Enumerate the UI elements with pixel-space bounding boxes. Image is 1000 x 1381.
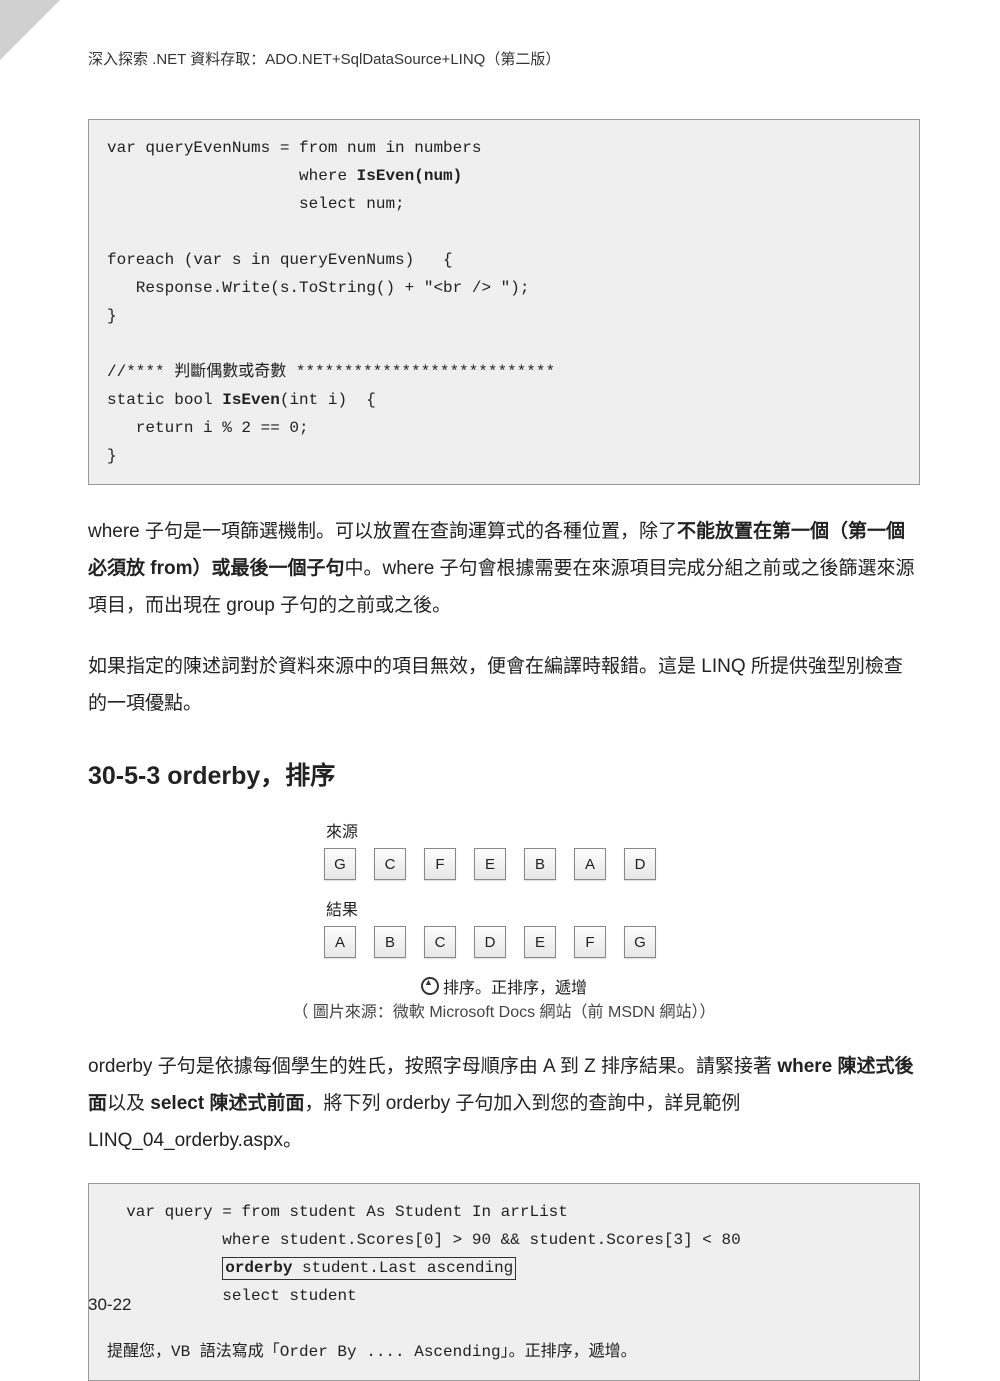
diagram-cell: D xyxy=(624,848,656,880)
code-line: static bool xyxy=(107,391,222,409)
diagram-cell: D xyxy=(474,926,506,958)
text-run: 以及 xyxy=(107,1093,150,1114)
diagram-cell: G xyxy=(324,848,356,880)
code-line xyxy=(107,1259,222,1277)
code-block-orderby: var query = from student As Student In a… xyxy=(88,1183,920,1381)
diagram-caption-2: （ 圖片來源：微軟 Microsoft Docs 網站（前 MSDN 網站）） xyxy=(88,998,920,1022)
code-line: (int i) { xyxy=(280,391,376,409)
code-line: Response.Write(s.ToString() + "<br /> ")… xyxy=(107,279,529,297)
text-bold: select 陳述式前面 xyxy=(150,1093,304,1114)
code-line: } xyxy=(107,447,117,465)
code-line: return i % 2 == 0; xyxy=(107,419,309,437)
diagram-result-row: A B C D E F G xyxy=(324,926,684,958)
paragraph-type-check: 如果指定的陳述詞對於資料來源中的項目無效，便會在編譯時報錯。這是 LINQ 所提… xyxy=(88,648,920,722)
diagram-cell: B xyxy=(374,926,406,958)
text-run: orderby 子句是依據每個學生的姓氏，按照字母順序由 A 到 Z 排序結果。… xyxy=(88,1056,777,1077)
code-bold: IsEven xyxy=(222,391,280,409)
diagram-caption-1: 排序。正排序，遞增 xyxy=(88,974,920,998)
section-heading-orderby: 30-5-3 orderby，排序 xyxy=(88,756,920,792)
diagram-cell: E xyxy=(474,848,506,880)
diagram-source-row: G C F E B A D xyxy=(324,848,684,880)
diagram-cell: A xyxy=(324,926,356,958)
text-run: 如果指定的陳述詞對於資料來源中的項目無效，便會在編譯時報錯。這是 LINQ 所提… xyxy=(88,656,903,714)
code-line: } xyxy=(107,307,117,325)
diagram-cell: C xyxy=(374,848,406,880)
diagram-cell: F xyxy=(574,926,606,958)
diagram-cell: A xyxy=(574,848,606,880)
page-number: 30-22 xyxy=(88,1295,131,1315)
paragraph-where-clause: where 子句是一項篩選機制。可以放置在查詢運算式的各種位置，除了不能放置在第… xyxy=(88,513,920,624)
diagram-cell: C xyxy=(424,926,456,958)
code-line: var queryEvenNums = from num in numbers xyxy=(107,139,481,157)
code-block-iseven: var queryEvenNums = from num in numbers … xyxy=(88,119,920,485)
orderby-diagram: 來源 G C F E B A D 結果 A B C D E F G xyxy=(324,818,684,958)
diagram-cell: F xyxy=(424,848,456,880)
code-line: select num; xyxy=(107,195,405,213)
code-text: student.Last ascending xyxy=(292,1259,513,1277)
caption-text: 排序。正排序，遞增 xyxy=(443,980,587,997)
diagram-cell: G xyxy=(624,926,656,958)
code-line: where student.Scores[0] > 90 && student.… xyxy=(107,1231,741,1249)
code-line: var query = from student As Student In a… xyxy=(107,1203,568,1221)
page: 深入探索 .NET 資料存取：ADO.NET+SqlDataSource+LIN… xyxy=(0,0,1000,1353)
corner-decoration xyxy=(0,0,60,60)
up-arrow-icon xyxy=(421,977,439,995)
code-bold: orderby xyxy=(225,1259,292,1277)
code-line: select student xyxy=(107,1287,357,1305)
diagram-cell: E xyxy=(524,926,556,958)
code-line: where xyxy=(107,167,357,185)
book-running-header: 深入探索 .NET 資料存取：ADO.NET+SqlDataSource+LIN… xyxy=(88,48,920,69)
code-line: foreach (var s in queryEvenNums) { xyxy=(107,251,453,269)
diagram-result-label: 結果 xyxy=(326,896,684,920)
code-line: //**** 判斷偶數或奇數 *************************… xyxy=(107,363,555,381)
diagram-source-label: 來源 xyxy=(326,818,684,842)
paragraph-orderby-usage: orderby 子句是依據每個學生的姓氏，按照字母順序由 A 到 Z 排序結果。… xyxy=(88,1048,920,1159)
diagram-cell: B xyxy=(524,848,556,880)
code-bold: IsEven(num) xyxy=(357,167,463,185)
code-highlight-box: orderby student.Last ascending xyxy=(222,1257,516,1280)
text-run: where 子句是一項篩選機制。可以放置在查詢運算式的各種位置，除了 xyxy=(88,521,677,542)
code-line: 提醒您，VB 語法寫成「Order By .... Ascending」。正排序… xyxy=(107,1343,637,1361)
